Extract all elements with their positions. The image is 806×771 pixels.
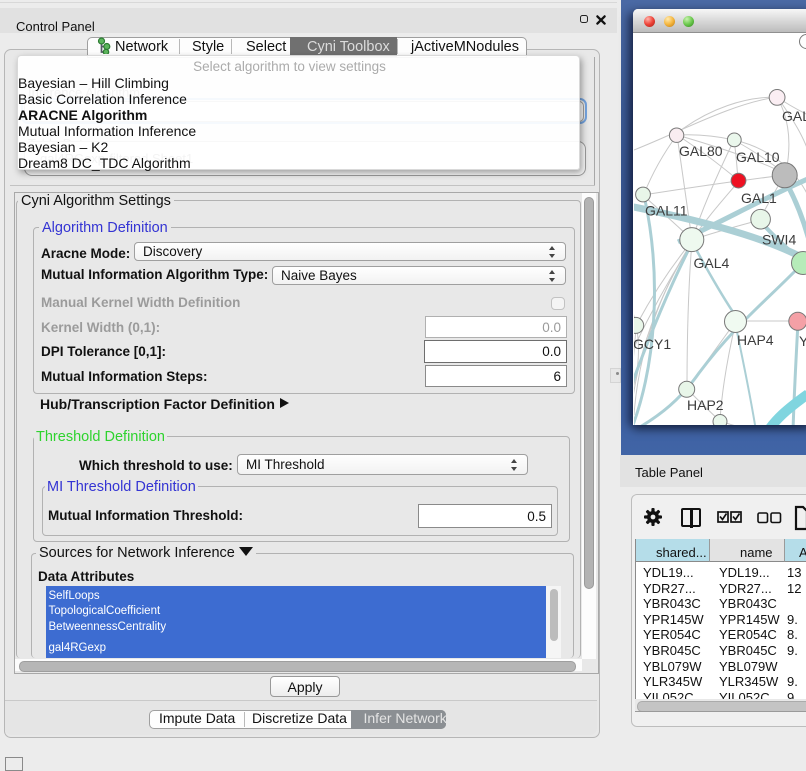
svg-text:HAP2: HAP2: [687, 397, 724, 413]
svg-text:GAL80: GAL80: [679, 143, 723, 159]
svg-text:Y: Y: [799, 333, 806, 349]
svg-text:GAL7: GAL7: [782, 108, 806, 124]
svg-text:GAL4: GAL4: [694, 255, 730, 271]
svg-text:GAL10: GAL10: [736, 149, 780, 165]
svg-text:GAL11: GAL11: [645, 203, 688, 219]
svg-text:GAL1: GAL1: [741, 190, 777, 206]
svg-text:GCY1: GCY1: [634, 336, 671, 352]
svg-text:HAP4: HAP4: [737, 332, 774, 348]
svg-text:SWI4: SWI4: [762, 232, 796, 248]
